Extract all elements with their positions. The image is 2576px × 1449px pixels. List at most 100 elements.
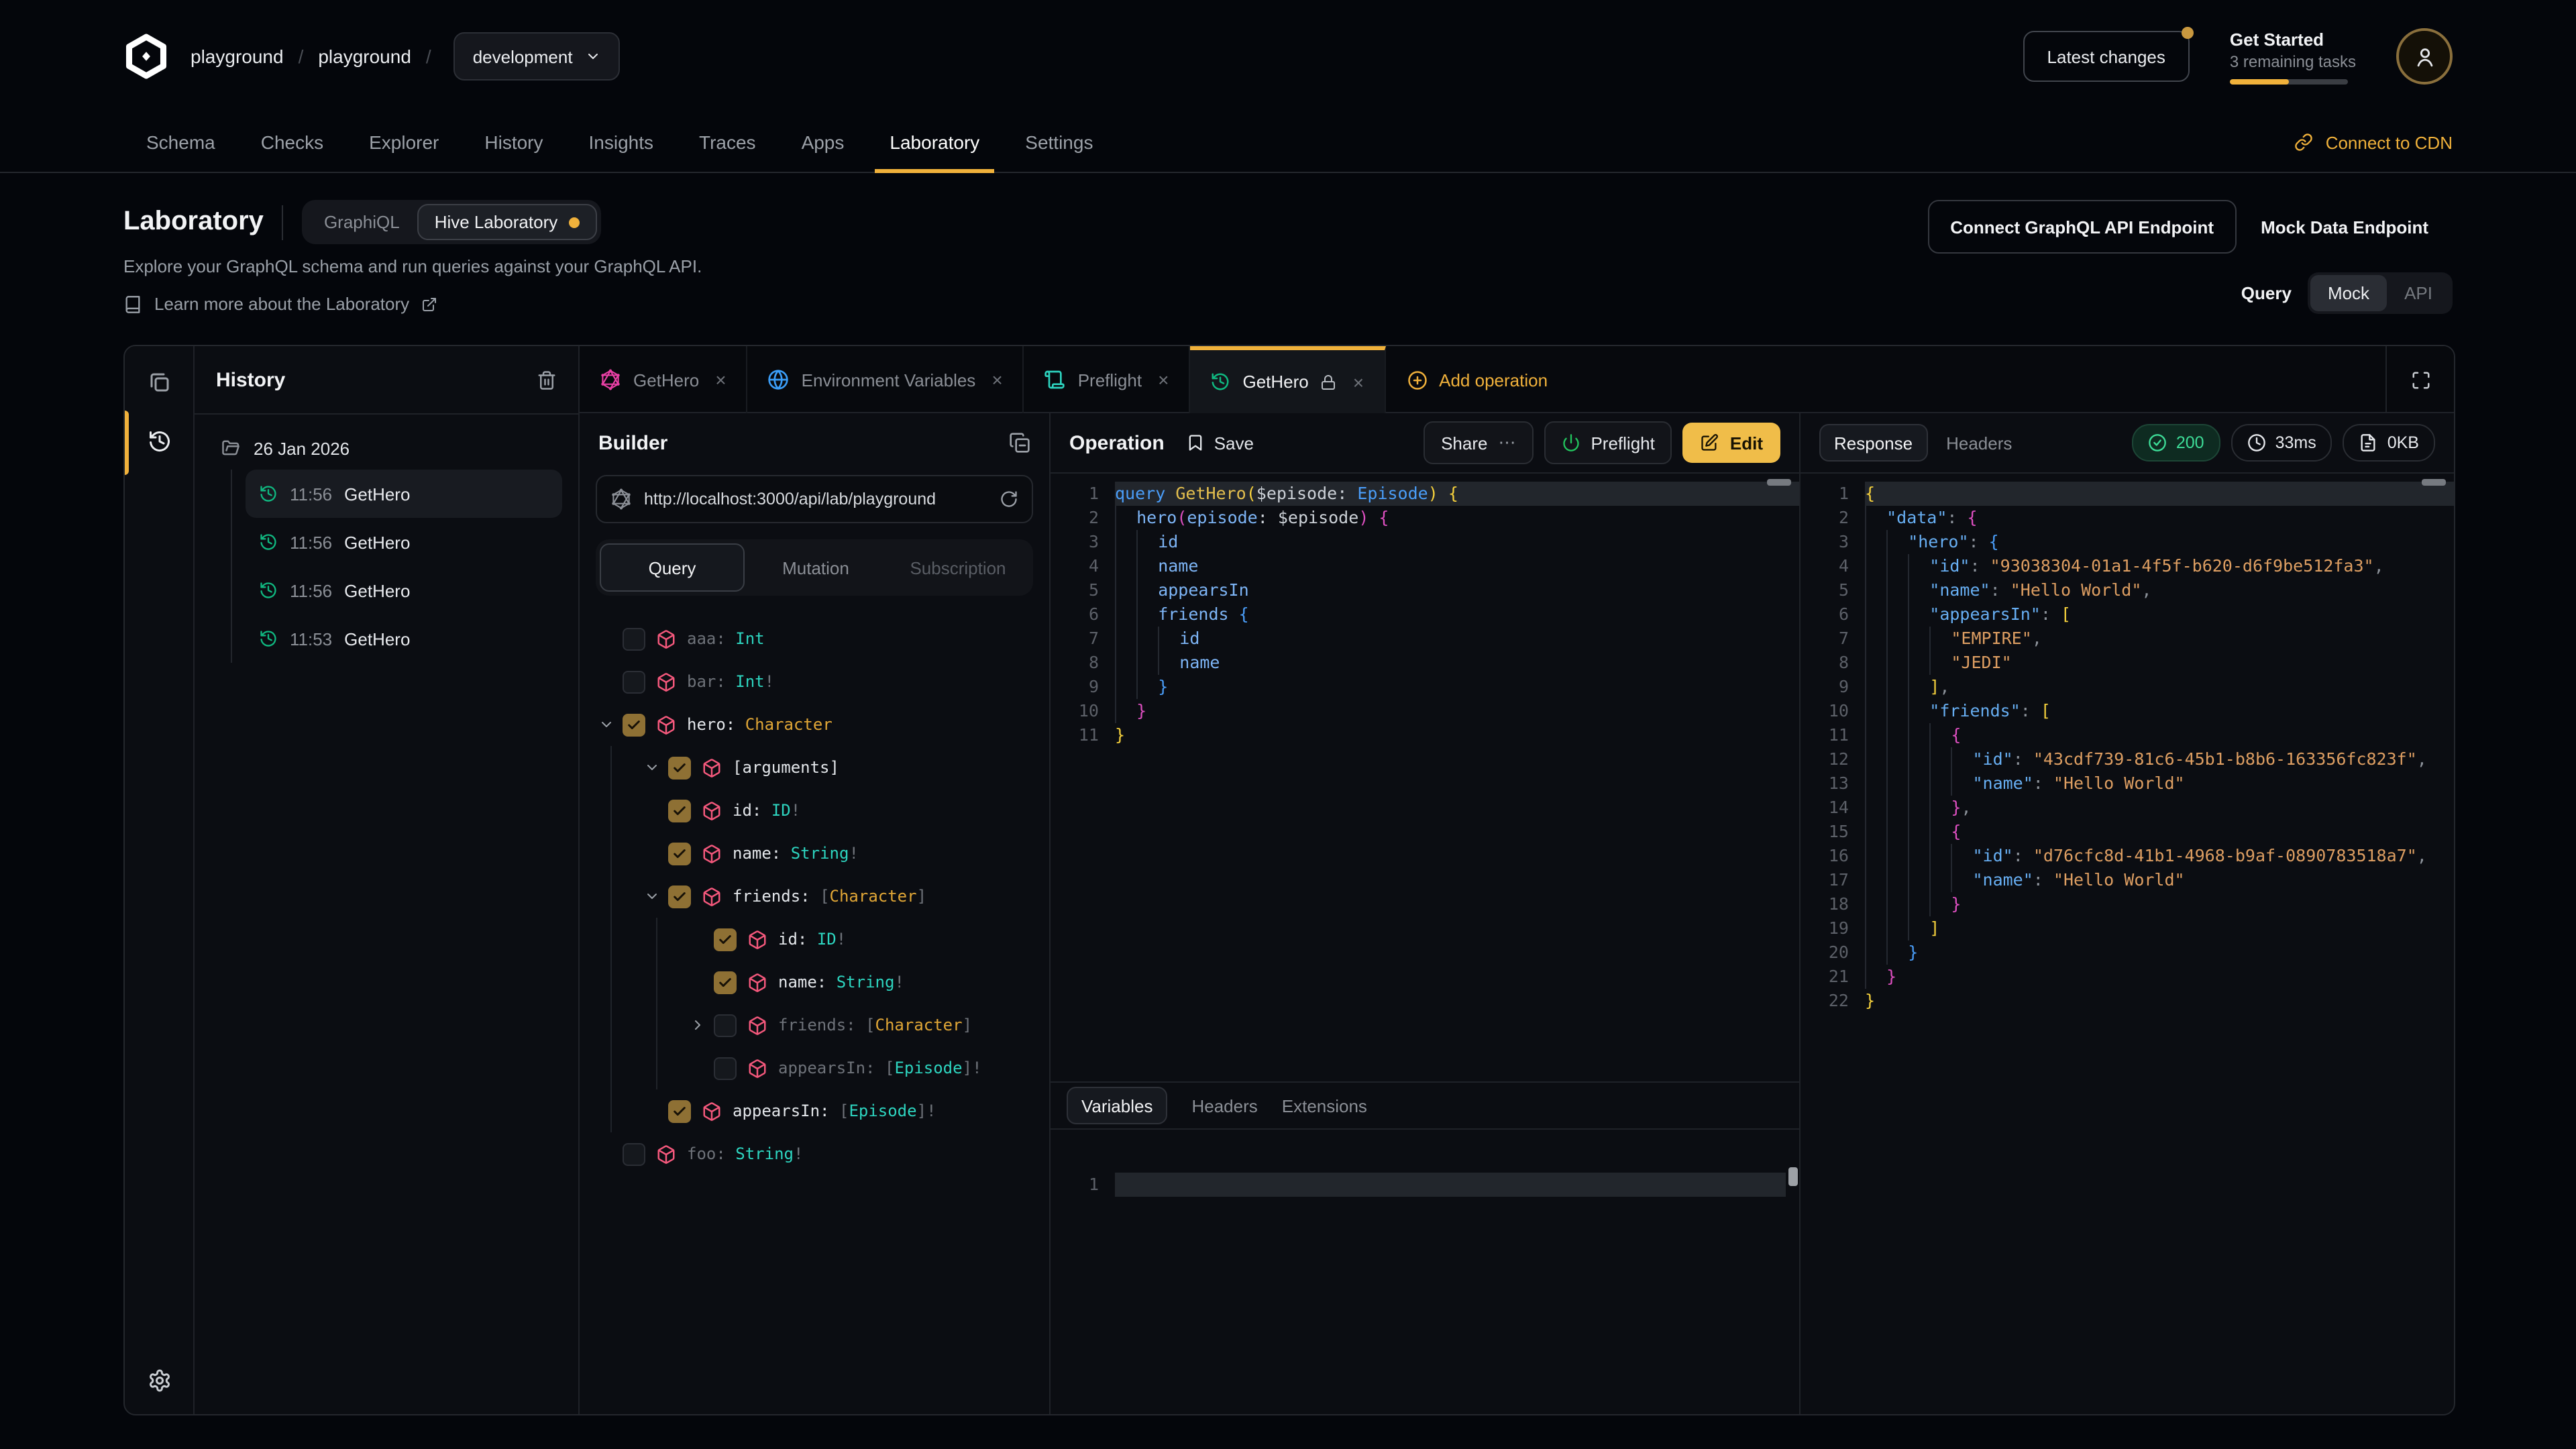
close-icon[interactable]: × — [991, 369, 1002, 390]
connect-to-cdn-link[interactable]: Connect to CDN — [2295, 113, 2453, 172]
hive-logo-icon[interactable] — [123, 34, 169, 79]
schema-field-row[interactable]: appearsIn: [Episode]! — [598, 1089, 1049, 1132]
code-line[interactable]: 10"friends": [ — [1801, 699, 2454, 723]
close-icon[interactable]: × — [1158, 369, 1169, 390]
environment-select[interactable]: development — [454, 32, 620, 80]
field-checkbox[interactable] — [714, 971, 737, 994]
collections-icon[interactable] — [147, 370, 171, 394]
schema-field-row[interactable]: hero: Character — [598, 703, 1049, 746]
schema-field-row[interactable]: foo: String! — [598, 1132, 1049, 1175]
breadcrumb-project[interactable]: playground — [318, 46, 411, 67]
tab-extensions[interactable]: Extensions — [1282, 1095, 1367, 1116]
history-date-group[interactable]: 26 Jan 2026 — [213, 433, 562, 470]
operation-tab-environment-variables[interactable]: Environment Variables× — [748, 346, 1024, 413]
history-item[interactable]: 11:56 GetHero — [246, 566, 562, 614]
nav-item-explorer[interactable]: Explorer — [346, 113, 462, 172]
query-editor[interactable]: 1query GetHero($episode: Episode) {2hero… — [1051, 474, 1799, 1081]
code-line[interactable]: 9} — [1051, 675, 1799, 699]
chevron-down-icon[interactable] — [644, 759, 668, 775]
mock-endpoint-button[interactable]: Mock Data Endpoint — [2237, 201, 2453, 252]
nav-item-checks[interactable]: Checks — [238, 113, 346, 172]
schema-field-row[interactable]: name: String! — [598, 961, 1049, 1004]
code-line[interactable]: 20} — [1801, 941, 2454, 965]
schema-field-row[interactable]: aaa: Int — [598, 617, 1049, 660]
code-line[interactable]: 10} — [1051, 699, 1799, 723]
field-checkbox[interactable] — [668, 885, 691, 908]
code-line[interactable]: 7"EMPIRE", — [1801, 627, 2454, 651]
code-line[interactable]: 19] — [1801, 916, 2454, 941]
edit-button[interactable]: Edit — [1683, 423, 1780, 463]
operation-tab-preflight[interactable]: Preflight× — [1024, 346, 1191, 413]
code-line[interactable]: 3"hero": { — [1801, 530, 2454, 554]
code-line[interactable]: 15{ — [1801, 820, 2454, 844]
field-checkbox[interactable] — [623, 627, 645, 650]
close-icon[interactable]: × — [715, 369, 726, 390]
code-line[interactable]: 11} — [1051, 723, 1799, 747]
schema-field-row[interactable]: appearsIn: [Episode]! — [598, 1046, 1049, 1089]
breadcrumb-org[interactable]: playground — [191, 46, 284, 67]
field-checkbox[interactable] — [668, 1099, 691, 1122]
schema-field-row[interactable]: friends: [Character] — [598, 875, 1049, 918]
code-line[interactable]: 5appearsIn — [1051, 578, 1799, 602]
schema-field-row[interactable]: id: ID! — [598, 918, 1049, 961]
code-line[interactable]: 8name — [1051, 651, 1799, 675]
scrollbar-thumb[interactable] — [1767, 479, 1791, 486]
field-checkbox[interactable] — [623, 670, 645, 693]
code-line[interactable]: 1{ — [1801, 482, 2454, 506]
code-line[interactable]: 7id — [1051, 627, 1799, 651]
history-item[interactable]: 11:56 GetHero — [246, 518, 562, 566]
schema-field-row[interactable]: name: String! — [598, 832, 1049, 875]
schema-field-row[interactable]: bar: Int! — [598, 660, 1049, 703]
connect-endpoint-button[interactable]: Connect GraphQL API Endpoint — [1927, 200, 2237, 254]
variables-editor[interactable]: 1 — [1051, 1130, 1799, 1414]
field-checkbox[interactable] — [714, 1014, 737, 1036]
share-button[interactable]: Share ⋯ — [1424, 421, 1533, 464]
code-line[interactable]: 4name — [1051, 554, 1799, 578]
copy-minus-icon[interactable] — [1009, 432, 1030, 453]
chevron-right-icon[interactable] — [690, 1017, 714, 1033]
add-operation-button[interactable]: Add operation — [1385, 346, 1569, 413]
code-line[interactable]: 13"name": "Hello World" — [1801, 771, 2454, 796]
nav-item-history[interactable]: History — [462, 113, 566, 172]
endpoint-url-input[interactable]: http://localhost:3000/api/lab/playground — [596, 475, 1033, 523]
chevron-down-icon[interactable] — [598, 716, 623, 733]
tab-variables[interactable]: Variables — [1067, 1087, 1167, 1124]
tab-subscription[interactable]: Subscription — [887, 543, 1029, 592]
learn-more-link[interactable]: Learn more about the Laboratory — [123, 294, 2453, 314]
field-checkbox[interactable] — [668, 756, 691, 779]
code-line[interactable]: 16"id": "d76cfc8d-41b1-4968-b9af-0890783… — [1801, 844, 2454, 868]
code-line[interactable]: 18} — [1801, 892, 2454, 916]
code-line[interactable]: 4"id": "93038304-01a1-4f5f-b620-d6f9be51… — [1801, 554, 2454, 578]
nav-item-traces[interactable]: Traces — [676, 113, 779, 172]
field-checkbox[interactable] — [714, 928, 737, 951]
latest-changes-button[interactable]: Latest changes — [2023, 31, 2190, 82]
tab-response[interactable]: Response — [1819, 424, 1927, 462]
code-line[interactable]: 12"id": "43cdf739-81c6-45b1-b8b6-163356f… — [1801, 747, 2454, 771]
tab-headers[interactable]: Headers — [1191, 1095, 1257, 1116]
nav-item-laboratory[interactable]: Laboratory — [867, 113, 1002, 172]
operation-tab-gethero[interactable]: GetHero× — [1190, 346, 1385, 413]
code-line[interactable]: 5"name": "Hello World", — [1801, 578, 2454, 602]
field-checkbox[interactable] — [668, 842, 691, 865]
code-line[interactable]: 6"appearsIn": [ — [1801, 602, 2454, 627]
fullscreen-button[interactable] — [2385, 346, 2454, 413]
user-avatar[interactable] — [2396, 28, 2453, 85]
settings-gear-icon[interactable] — [147, 1368, 171, 1393]
tab-response-headers[interactable]: Headers — [1946, 433, 2012, 453]
code-line[interactable]: 14}, — [1801, 796, 2454, 820]
nav-item-insights[interactable]: Insights — [566, 113, 677, 172]
trash-icon[interactable] — [537, 370, 557, 390]
code-line[interactable]: 1query GetHero($episode: Episode) { — [1051, 482, 1799, 506]
field-checkbox[interactable] — [714, 1057, 737, 1079]
history-item[interactable]: 11:53 GetHero — [246, 614, 562, 663]
field-checkbox[interactable] — [623, 713, 645, 736]
scrollbar-thumb[interactable] — [1788, 1167, 1798, 1186]
code-line[interactable]: 3id — [1051, 530, 1799, 554]
code-line[interactable]: 17"name": "Hello World" — [1801, 868, 2454, 892]
code-line[interactable]: 21} — [1801, 965, 2454, 989]
schema-field-row[interactable]: [arguments] — [598, 746, 1049, 789]
history-icon[interactable] — [147, 429, 171, 453]
nav-item-schema[interactable]: Schema — [123, 113, 238, 172]
code-line[interactable]: 8"JEDI" — [1801, 651, 2454, 675]
preflight-button[interactable]: Preflight — [1544, 421, 1672, 464]
